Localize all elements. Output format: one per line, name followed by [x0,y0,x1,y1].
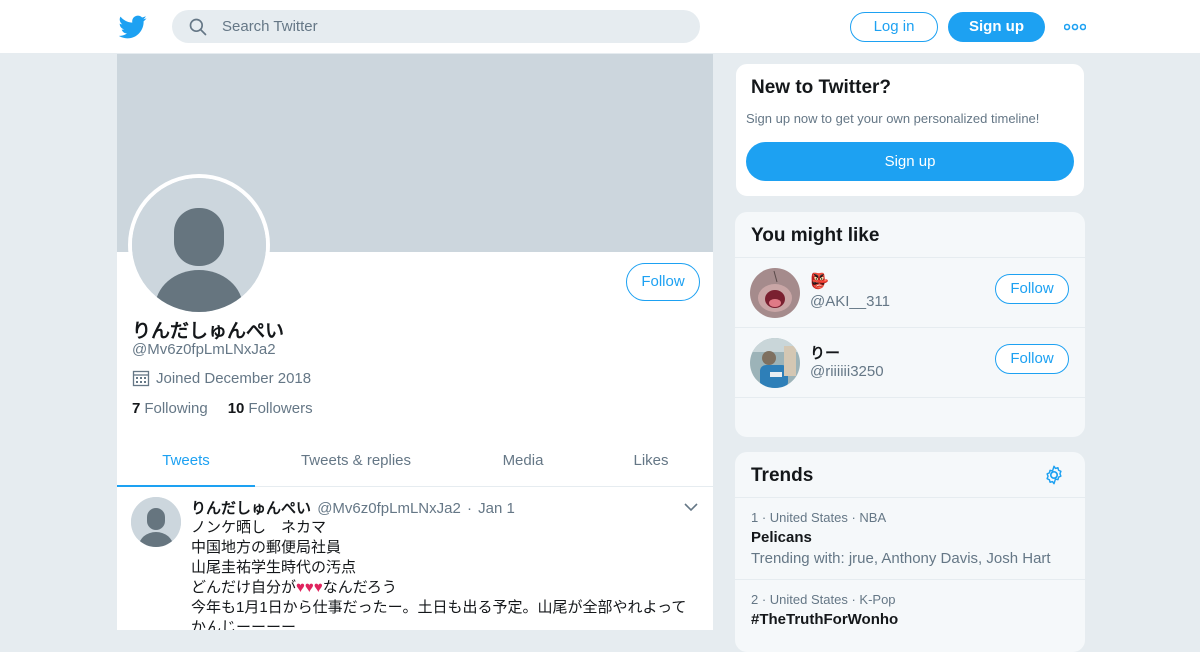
tweet-text: ノンケ晒し ネカマ 中国地方の郵便局社員 山尾圭祐学生時代の汚点 どんだけ自分が… [191,518,701,630]
tab-tweets-replies[interactable]: Tweets & replies [277,436,435,487]
heart-emoji-icon: ♥ [296,579,305,596]
gear-icon[interactable] [1043,464,1065,486]
following-label: Following [144,400,208,417]
joined-text: Joined December 2018 [156,369,312,387]
followers-label: Followers [248,400,313,417]
search-input[interactable] [222,10,682,43]
tweet-line: 中国地方の郵便局社員 [191,539,342,556]
trends-card: Trends 1 · United States · NBA Pelicans … [735,452,1085,652]
login-button[interactable]: Log in [850,12,938,42]
trend-category: United States · NBA [769,510,887,525]
following-count: 7 [132,400,141,417]
tweet-author-handle[interactable]: @Mv6z0fpLmLNxJa2 [317,500,461,517]
profile-tabs: Tweets Tweets & replies Media Likes [117,436,713,487]
following-stat[interactable]: 7 Following [132,400,208,417]
top-navigation-bar: Log in Sign up [0,0,1200,54]
tab-likes[interactable]: Likes [607,436,695,487]
suggested-user[interactable]: 👺 @AKI__311 Follow [735,257,1085,327]
profile-name: りんだしゅんぺい [132,321,285,342]
default-avatar-icon [132,178,266,312]
who-to-follow-title: You might like [751,225,880,246]
default-avatar-icon [131,497,181,547]
profile-stats: 7 Following 10 Followers [132,400,333,417]
suggested-user-avatar[interactable] [750,338,800,388]
signup-card-subtitle: Sign up now to get your own personalized… [746,111,1040,126]
signup-card-button[interactable]: Sign up [746,142,1074,181]
followers-count: 10 [227,400,245,417]
tweet-header: りんだしゅんぺい @Mv6z0fpLmLNxJa2 · Jan 1 [191,497,515,518]
who-to-follow-card: You might like 👺 @AKI__311 Follow りー @ri… [735,212,1085,437]
tweet[interactable]: りんだしゅんぺい @Mv6z0fpLmLNxJa2 · Jan 1 ノンケ晒し … [117,487,713,630]
trends-title: Trends [751,465,814,486]
search-box[interactable] [172,10,700,43]
suggested-user-handle[interactable]: @riiiiii3250 [810,363,884,380]
trend-rank: 2 [751,592,759,607]
suggested-user-name[interactable]: りー [810,342,840,363]
tweet-line-end: なんだろう [322,579,397,596]
tweet-author-name[interactable]: りんだしゅんぺい [191,500,311,517]
suggested-user-name[interactable]: 👺 [810,272,829,290]
joined-date: Joined December 2018 [132,369,311,387]
tweet-avatar[interactable] [131,497,181,547]
user-photo-icon [750,268,800,318]
signup-card: New to Twitter? Sign up now to get your … [735,63,1085,197]
trend-item[interactable]: 2 · United States · K-Pop #TheTruthForWo… [735,579,1085,652]
signup-card-title: New to Twitter? [751,77,892,98]
trend-name[interactable]: #TheTruthForWonho [751,611,1069,628]
user-photo-icon [750,338,800,388]
chevron-down-icon[interactable] [683,501,699,513]
trend-rank: 1 [751,510,759,525]
tab-tweets[interactable]: Tweets [117,436,255,487]
search-icon [189,18,207,36]
trend-item[interactable]: 1 · United States · NBA Pelicans Trendin… [735,497,1085,579]
heart-emoji-icon: ♥ [304,579,314,596]
profile-column: Follow りんだしゅんぺい @Mv6z0fpLmLNxJa2 Joined … [116,54,714,630]
more-options-icon[interactable] [1064,19,1086,35]
tweet-line: ノンケ晒し ネカマ [191,519,327,536]
suggested-user[interactable]: りー @riiiiii3250 Follow [735,327,1085,397]
trend-with: Trending with: jrue, Anthony Davis, Josh… [751,550,1051,567]
trend-category: United States · K-Pop [769,592,896,607]
signup-button[interactable]: Sign up [948,12,1045,42]
calendar-icon [132,370,150,387]
followers-stat[interactable]: 10 Followers [228,400,313,417]
profile-avatar[interactable] [128,174,270,316]
twitter-bird-icon[interactable] [119,13,147,41]
suggested-user-avatar[interactable] [750,268,800,318]
tweet-date[interactable]: Jan 1 [478,500,515,517]
heart-emoji-icon: ♥ [313,579,323,596]
tab-media[interactable]: Media [477,436,569,487]
tweet-line: 今年も1月1日から仕事だったー。土日も出る予定。山尾が全部やれよって [191,599,687,616]
trend-meta: 2 · United States · K-Pop [751,592,896,607]
tweet-line: 山尾圭祐学生時代の汚点 [191,559,357,576]
follow-button[interactable]: Follow [995,274,1069,304]
tweet-separator: · [466,500,472,517]
suggested-user-handle[interactable]: @AKI__311 [810,293,890,310]
profile-handle[interactable]: @Mv6z0fpLmLNxJa2 [132,341,276,358]
follow-button[interactable]: Follow [995,344,1069,374]
trend-name[interactable]: Pelicans [751,529,1069,546]
trend-meta: 1 · United States · NBA [751,510,887,525]
tweet-line: どんだけ自分が♥♥♥なんだろう [191,578,701,598]
tweet-line-start: どんだけ自分が [191,579,297,596]
who-to-follow-footer [735,397,1085,437]
follow-profile-button[interactable]: Follow [626,263,700,301]
tweet-line: かんじーーーー [191,619,297,630]
